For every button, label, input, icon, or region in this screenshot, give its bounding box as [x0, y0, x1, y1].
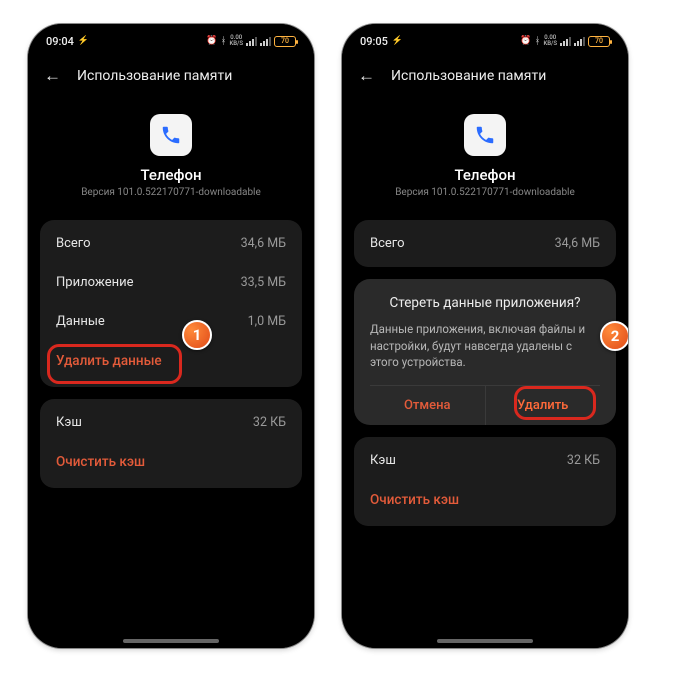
storage-card: Всего 34,6 МБ Приложение 33,5 МБ Данные …: [40, 220, 302, 387]
status-time: 09:05: [360, 35, 388, 48]
cache-label: Кэш: [370, 453, 396, 468]
status-bar: 09:04 ⚡ ⏰ ᚼ 0.00 KB/S 70: [28, 24, 314, 52]
page-header: ← Использование памяти: [342, 52, 628, 96]
status-notif-icon: ⚡: [392, 36, 403, 46]
app-icon: [150, 114, 192, 156]
bluetooth-icon: ᚼ: [534, 36, 540, 47]
app-size-row: Приложение 33,5 МБ: [40, 263, 302, 302]
total-row: Всего 34,6 МБ: [40, 224, 302, 263]
step-badge-1: 1: [182, 320, 212, 350]
clear-data-button[interactable]: Удалить данные: [40, 341, 302, 383]
dialog-title: Стереть данные приложения?: [370, 295, 600, 311]
dialog-confirm-button[interactable]: Удалить: [486, 386, 601, 425]
page-title: Использование памяти: [77, 68, 232, 84]
app-size-label: Приложение: [56, 275, 134, 290]
step-badge-2: 2: [600, 321, 628, 351]
clear-cache-button[interactable]: Очистить кэш: [354, 480, 616, 522]
page-title: Использование памяти: [391, 68, 546, 84]
total-value: 34,6 МБ: [555, 236, 600, 251]
phone-frame-2: 09:05 ⚡ ⏰ ᚼ 0.00 KB/S 70 ← Использование…: [342, 24, 628, 648]
app-size-value: 33,5 МБ: [241, 275, 286, 290]
cache-value: 32 КБ: [567, 453, 600, 468]
app-icon: [464, 114, 506, 156]
clear-cache-button[interactable]: Очистить кэш: [40, 442, 302, 484]
battery-icon: 70: [588, 36, 610, 47]
app-info-block: Телефон Версия 101.0.522170771-downloada…: [28, 96, 314, 208]
net-speed: 0.00 KB/S: [229, 35, 243, 47]
status-bar: 09:05 ⚡ ⏰ ᚼ 0.00 KB/S 70: [342, 24, 628, 52]
home-indicator[interactable]: [123, 639, 219, 643]
net-speed: 0.00 KB/S: [543, 35, 557, 47]
total-row: Всего 34,6 МБ: [354, 224, 616, 263]
app-version: Версия 101.0.522170771-downloadable: [342, 187, 628, 198]
home-indicator[interactable]: [437, 639, 533, 643]
cache-value: 32 КБ: [253, 415, 286, 430]
data-size-label: Данные: [56, 314, 105, 329]
wifi-icon: [246, 37, 257, 46]
screen-1: 09:04 ⚡ ⏰ ᚼ 0.00 KB/S 70 ← Использование…: [28, 24, 314, 648]
dialog-text: Данные приложения, включая файлы и настр…: [370, 321, 600, 371]
cache-card: Кэш 32 КБ Очистить кэш: [40, 399, 302, 488]
back-icon[interactable]: ←: [358, 66, 375, 86]
app-name: Телефон: [342, 166, 628, 184]
confirm-dialog: Стереть данные приложения? Данные прилож…: [354, 279, 616, 425]
app-version: Версия 101.0.522170771-downloadable: [28, 187, 314, 198]
phone-frame-1: 09:04 ⚡ ⏰ ᚼ 0.00 KB/S 70 ← Использование…: [28, 24, 314, 648]
phone-icon: [160, 124, 182, 146]
cache-row: Кэш 32 КБ: [40, 403, 302, 442]
back-icon[interactable]: ←: [44, 66, 61, 86]
alarm-icon: ⏰: [206, 36, 217, 46]
phone-icon: [474, 124, 496, 146]
total-label: Всего: [370, 236, 405, 251]
dialog-cancel-button[interactable]: Отмена: [370, 386, 486, 425]
bluetooth-icon: ᚼ: [220, 36, 226, 47]
screen-2: 09:05 ⚡ ⏰ ᚼ 0.00 KB/S 70 ← Использование…: [342, 24, 628, 648]
storage-card: Всего 34,6 МБ: [354, 220, 616, 267]
app-name: Телефон: [28, 166, 314, 184]
status-notif-icon: ⚡: [78, 36, 89, 46]
page-header: ← Использование памяти: [28, 52, 314, 96]
cache-row: Кэш 32 КБ: [354, 441, 616, 480]
wifi-icon: [560, 37, 571, 46]
cache-card: Кэш 32 КБ Очистить кэш: [354, 437, 616, 526]
app-info-block: Телефон Версия 101.0.522170771-downloada…: [342, 96, 628, 208]
total-value: 34,6 МБ: [241, 236, 286, 251]
total-label: Всего: [56, 236, 91, 251]
signal-icon: [574, 37, 585, 46]
cache-label: Кэш: [56, 415, 82, 430]
data-size-value: 1,0 МБ: [248, 314, 286, 329]
signal-icon: [260, 37, 271, 46]
alarm-icon: ⏰: [520, 36, 531, 46]
data-size-row: Данные 1,0 МБ: [40, 302, 302, 341]
status-time: 09:04: [46, 35, 74, 48]
battery-icon: 70: [274, 36, 296, 47]
